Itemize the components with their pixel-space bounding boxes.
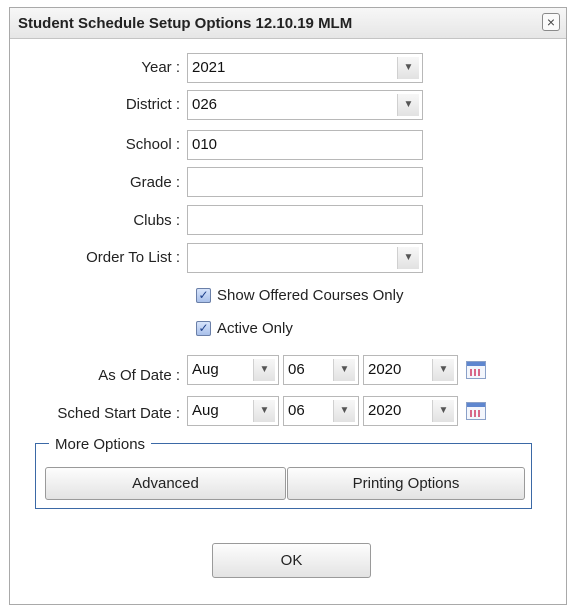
grade-label: Grade : (129, 174, 180, 191)
order-to-list-select[interactable]: ▼ (187, 243, 423, 273)
sched-start-date-label: Sched Start Date : (57, 405, 180, 422)
chevron-down-icon[interactable]: ▼ (253, 400, 275, 422)
calendar-icon[interactable] (466, 361, 486, 379)
advanced-button[interactable]: Advanced (45, 467, 286, 500)
school-value: 010 (192, 136, 218, 153)
active-only-label: Active Only (217, 320, 293, 337)
chevron-down-icon[interactable]: ▼ (397, 57, 419, 79)
sched-start-month-select[interactable]: Aug ▼ (187, 396, 279, 426)
district-value: 026 (192, 96, 218, 113)
dialog-titlebar: Student Schedule Setup Options 12.10.19 … (10, 8, 566, 39)
district-label: District : (125, 96, 180, 113)
as-of-year-value: 2020 (368, 361, 402, 378)
as-of-date-label: As Of Date : (98, 367, 180, 384)
show-offered-label: Show Offered Courses Only (217, 287, 404, 304)
chevron-down-icon[interactable]: ▼ (253, 359, 275, 381)
year-select[interactable]: 2021 ▼ (187, 53, 423, 83)
school-label: School : (125, 136, 180, 153)
sched-start-year-select[interactable]: 2020 ▼ (363, 396, 458, 426)
as-of-day-value: 06 (288, 361, 305, 378)
show-offered-checkbox[interactable]: ✓ (196, 288, 211, 303)
close-icon[interactable]: × (542, 13, 560, 31)
more-options-legend: More Options (49, 436, 152, 453)
ok-button[interactable]: OK (212, 543, 371, 578)
as-of-month-value: Aug (192, 361, 219, 378)
order-to-list-label: Order To List : (86, 249, 180, 266)
sched-start-day-value: 06 (288, 402, 305, 419)
chevron-down-icon[interactable]: ▼ (432, 359, 454, 381)
as-of-year-select[interactable]: 2020 ▼ (363, 355, 458, 385)
chevron-down-icon[interactable]: ▼ (432, 400, 454, 422)
grade-input[interactable] (187, 167, 423, 197)
school-input[interactable]: 010 (187, 130, 423, 160)
active-only-checkbox[interactable]: ✓ (196, 321, 211, 336)
sched-start-year-value: 2020 (368, 402, 402, 419)
sched-start-month-value: Aug (192, 402, 219, 419)
calendar-icon[interactable] (466, 402, 486, 420)
chevron-down-icon[interactable]: ▼ (333, 400, 355, 422)
chevron-down-icon[interactable]: ▼ (397, 94, 419, 116)
chevron-down-icon[interactable]: ▼ (333, 359, 355, 381)
printing-options-button[interactable]: Printing Options (287, 467, 525, 500)
sched-start-day-select[interactable]: 06 ▼ (283, 396, 359, 426)
chevron-down-icon[interactable]: ▼ (397, 247, 419, 269)
clubs-label: Clubs : (133, 212, 180, 229)
district-select[interactable]: 026 ▼ (187, 90, 423, 120)
clubs-input[interactable] (187, 205, 423, 235)
as-of-day-select[interactable]: 06 ▼ (283, 355, 359, 385)
year-value: 2021 (192, 59, 226, 76)
dialog-title: Student Schedule Setup Options 12.10.19 … (18, 15, 353, 32)
as-of-month-select[interactable]: Aug ▼ (187, 355, 279, 385)
year-label: Year : (141, 59, 180, 76)
